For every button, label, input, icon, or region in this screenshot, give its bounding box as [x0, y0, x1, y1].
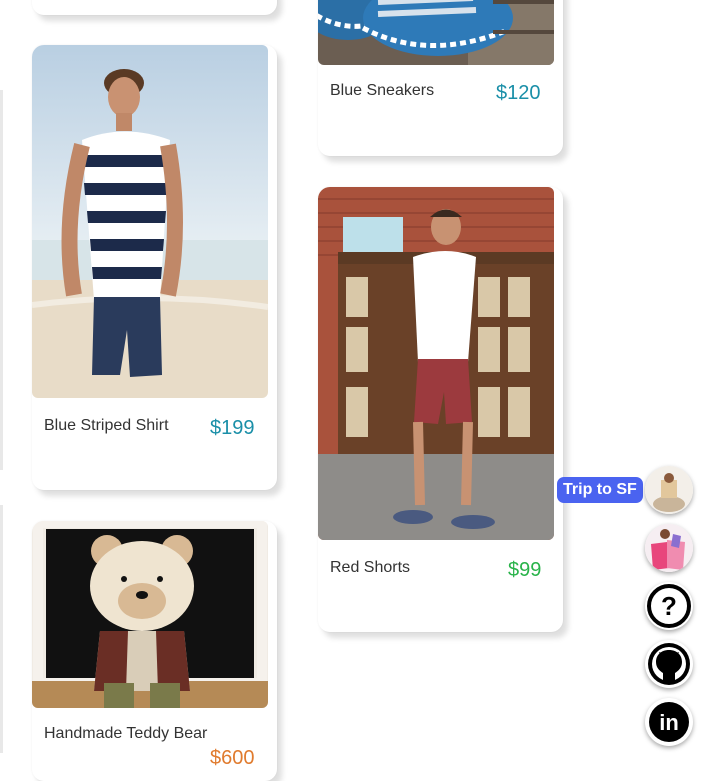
trip-to-sf-button[interactable] [645, 466, 693, 514]
github-button[interactable] [645, 640, 693, 688]
product-image[interactable] [318, 0, 554, 65]
product-card-red-shorts[interactable]: Red Shorts $99 [318, 187, 563, 632]
product-title[interactable]: Blue Sneakers [330, 82, 434, 100]
trip-avatar-icon [645, 466, 693, 514]
help-icon: ? [647, 584, 691, 628]
offscreen-card-edge [0, 90, 3, 470]
shopping-avatar-icon [645, 524, 693, 572]
shopping-button[interactable] [645, 524, 693, 572]
help-symbol: ? [661, 591, 677, 621]
product-card-partial[interactable] [32, 0, 277, 15]
linkedin-button[interactable]: in [645, 698, 693, 746]
product-price: $120 [496, 82, 541, 104]
product-price: $99 [508, 559, 542, 581]
linkedin-icon: in [649, 702, 689, 742]
product-card-blue-sneakers[interactable]: Blue Sneakers $120 [318, 0, 563, 156]
product-price: $199 [210, 417, 255, 439]
product-card-blue-striped-shirt[interactable]: Blue Striped Shirt $199 [32, 45, 277, 490]
product-title[interactable]: Blue Striped Shirt [44, 417, 169, 435]
product-title[interactable]: Handmade Teddy Bear [44, 725, 207, 743]
help-button[interactable]: ? [645, 582, 693, 630]
product-price: $600 [210, 747, 255, 769]
github-icon [648, 643, 690, 685]
product-image[interactable] [318, 187, 554, 540]
trip-tooltip: Trip to SF [557, 477, 643, 503]
product-title[interactable]: Red Shorts [330, 559, 410, 577]
product-image[interactable] [32, 45, 268, 398]
linkedin-label: in [659, 710, 679, 735]
product-image[interactable] [32, 521, 268, 708]
product-card-handmade-teddy-bear[interactable]: Handmade Teddy Bear $600 [32, 521, 277, 781]
offscreen-card-edge [0, 505, 3, 753]
